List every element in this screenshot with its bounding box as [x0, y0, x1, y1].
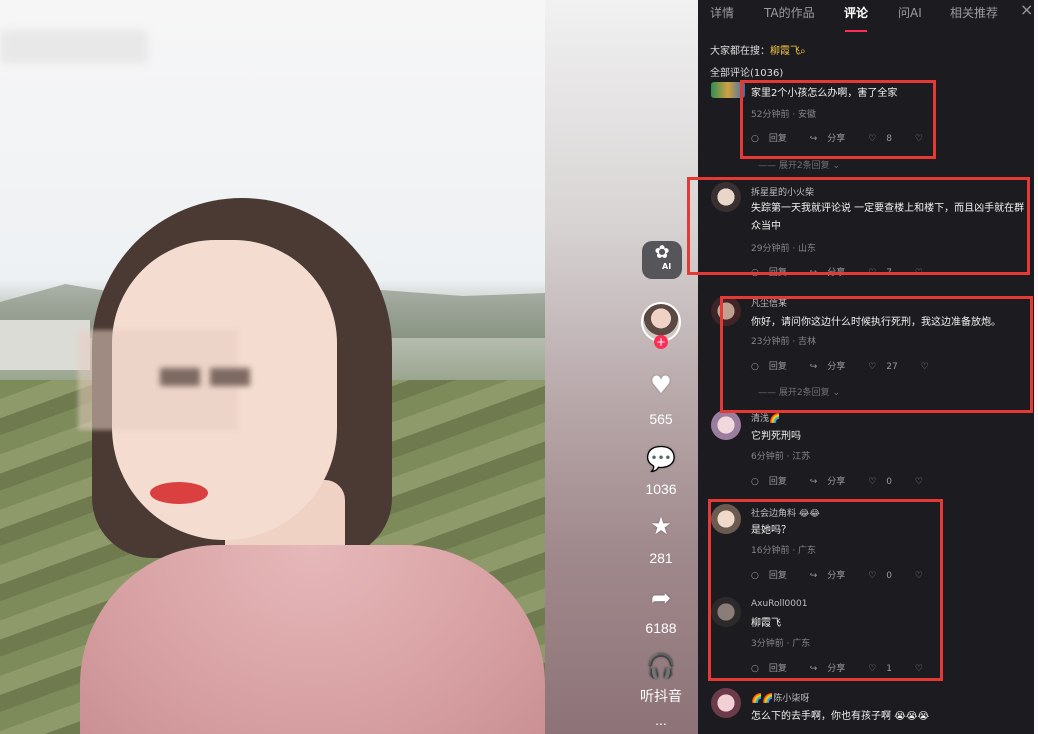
share-count: 6188	[645, 620, 677, 636]
avatar[interactable]	[711, 688, 741, 718]
search-icon: ⌕	[800, 46, 806, 57]
background-houses	[0, 320, 90, 370]
dislike-button[interactable]: ♡	[915, 477, 933, 487]
tab-works[interactable]: TA的作品	[764, 4, 815, 21]
share-button[interactable]: ↪ 分享	[810, 477, 856, 487]
ai-label: AI	[662, 262, 672, 271]
share-arrow-icon: ↪	[809, 477, 818, 487]
heart-icon: ♥	[650, 371, 672, 399]
person-eye	[210, 368, 250, 386]
highlight-box	[720, 296, 1033, 413]
highlight-box	[687, 177, 1030, 275]
tab-details[interactable]: 详情	[710, 4, 734, 21]
tab-ask-ai[interactable]: 问AI	[898, 4, 922, 21]
highlight-box	[708, 499, 943, 681]
headphones-icon: 🎧	[646, 652, 676, 680]
more-button[interactable]: ...	[636, 712, 686, 728]
highlight-box	[740, 80, 936, 159]
scrollbar[interactable]	[1034, 0, 1038, 734]
close-icon[interactable]: ×	[1020, 0, 1033, 19]
share-button[interactable]: ➦	[641, 584, 681, 612]
comment-bubble-icon: 💬	[646, 445, 676, 473]
like-button[interactable]: ♡ 0	[868, 477, 902, 487]
favorite-count: 281	[649, 550, 673, 566]
video-player[interactable]	[0, 0, 545, 734]
blurred-caption	[0, 30, 148, 64]
search-hint-label: 大家都在搜：	[710, 46, 770, 57]
comment-text: 怎么下的去手啊，你也有孩子啊 😭😭😭	[751, 711, 930, 722]
like-button[interactable]: ♥	[641, 371, 681, 399]
comments-count-title: 全部评论(1036)	[710, 68, 784, 79]
broken-heart-icon: ♡	[914, 477, 923, 487]
active-tab-indicator	[845, 30, 867, 32]
comment-actions: ○ 回复 ↪ 分享 ♡ 0 ♡	[751, 474, 943, 487]
search-keyword[interactable]: 柳霞飞	[770, 46, 800, 57]
comment-text: 它判死刑吗	[751, 431, 801, 442]
heart-icon: ♡	[868, 477, 877, 487]
share-arrow-icon: ➦	[650, 584, 672, 612]
person-shirt	[80, 545, 545, 734]
comment-button[interactable]: 💬	[641, 445, 681, 473]
chat-icon: ○	[751, 477, 759, 487]
comment-author[interactable]: 🌈🌈陈小柒呀	[751, 691, 809, 704]
reply-button[interactable]: ○ 回复	[751, 477, 797, 487]
search-suggestion[interactable]: 大家都在搜：柳霞飞⌕	[710, 42, 806, 57]
comment-count: 1036	[645, 481, 677, 497]
expand-replies[interactable]: —— 展开2条回复 ⌄	[758, 158, 840, 171]
listen-button[interactable]: 🎧	[641, 652, 681, 680]
person-mouth	[150, 482, 208, 504]
like-count: 565	[649, 411, 673, 427]
tab-comments[interactable]: 评论	[844, 4, 868, 21]
star-icon: ★	[650, 512, 672, 540]
tab-related[interactable]: 相关推荐	[950, 4, 998, 21]
panel-tabs: 详情 TA的作品 评论 问AI 相关推荐 ×	[698, 0, 1034, 34]
favorite-button[interactable]: ★	[641, 512, 681, 540]
avatar[interactable]	[711, 410, 741, 440]
follow-plus-icon[interactable]: +	[654, 335, 668, 349]
ai-button[interactable]: ✿	[642, 241, 682, 279]
listen-label: 听抖音	[640, 688, 682, 704]
comment-meta: 6分钟前 · 江苏	[751, 452, 811, 462]
person-eye	[160, 368, 200, 386]
